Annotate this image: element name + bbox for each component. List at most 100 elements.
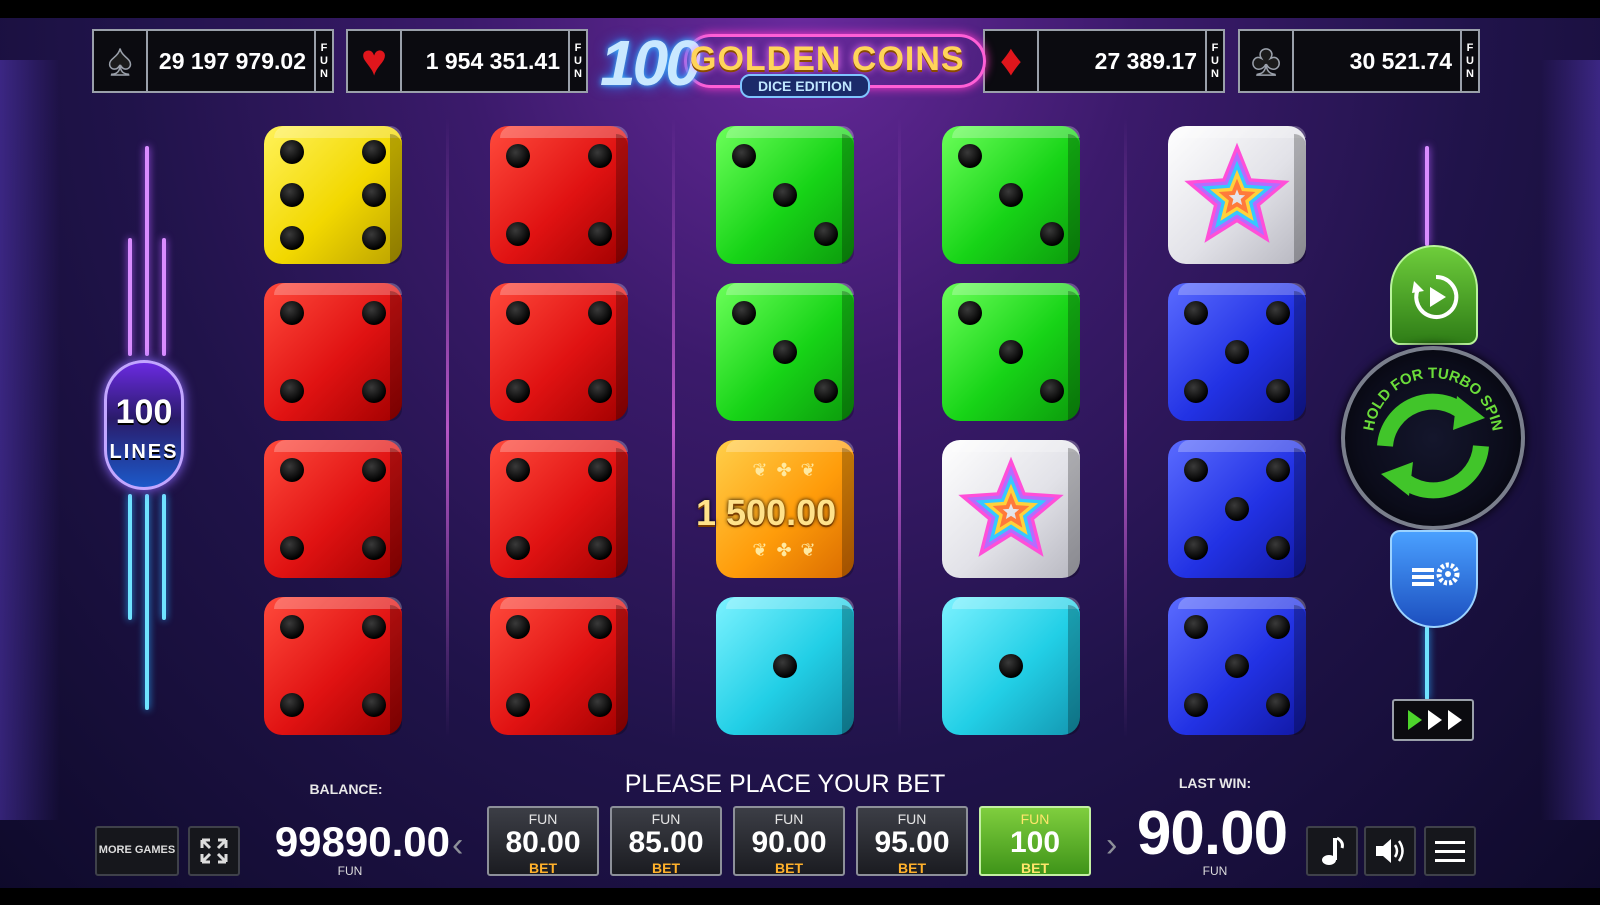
bet-option-100-selected[interactable]: FUN 100 BET xyxy=(979,806,1091,876)
line-indicator-bar xyxy=(128,238,132,356)
die-shade xyxy=(390,448,402,578)
die-pip xyxy=(280,183,304,207)
die-pip xyxy=(588,222,612,246)
die-shade xyxy=(842,291,854,421)
reel-separator xyxy=(898,118,901,738)
settings-button[interactable] xyxy=(1390,530,1478,628)
die-pip xyxy=(1225,497,1249,521)
die-green-3 xyxy=(942,283,1080,421)
die-pip xyxy=(814,379,838,403)
die-pip xyxy=(999,340,1023,364)
die-shade xyxy=(842,448,854,578)
die-pip xyxy=(1266,693,1290,717)
fullscreen-button[interactable] xyxy=(188,826,240,876)
die-pip xyxy=(773,183,797,207)
sound-button[interactable] xyxy=(1364,826,1416,876)
die-highlight xyxy=(1178,597,1306,609)
turbo-button[interactable] xyxy=(1392,699,1474,741)
die-pip xyxy=(280,615,304,639)
bet-value: 90.00 xyxy=(751,826,827,859)
die-shade xyxy=(1068,291,1080,421)
jackpot-value: 30 521.74 xyxy=(1349,47,1452,74)
die-pip xyxy=(506,144,530,168)
bet-value: 80.00 xyxy=(505,826,581,859)
line-indicator-bar xyxy=(145,146,149,356)
jackpot-value: 29 197 979.02 xyxy=(158,47,306,74)
die-red-4 xyxy=(490,283,628,421)
diamond-icon: ♦ xyxy=(985,31,1039,91)
hamburger-menu-icon xyxy=(1435,841,1465,862)
die-pip xyxy=(1040,379,1064,403)
jackpot-unit: FUN xyxy=(568,31,586,91)
die-pip xyxy=(506,379,530,403)
lines-label: LINES xyxy=(109,441,179,463)
die-blue-5 xyxy=(1168,283,1306,421)
jackpot-diamond: ♦ 27 389.17 FUN xyxy=(983,29,1225,93)
die-pip xyxy=(588,615,612,639)
die-pip xyxy=(362,379,386,403)
lines-number: 100 xyxy=(115,393,173,431)
die-pip xyxy=(999,183,1023,207)
die-pip xyxy=(1184,301,1208,325)
music-note-icon xyxy=(1322,836,1344,865)
lines-badge: 100 LINES xyxy=(104,360,184,490)
die-pip xyxy=(1040,222,1064,246)
die-pip xyxy=(506,222,530,246)
neon-star-icon xyxy=(1184,142,1290,243)
game-logo: 100 GOLDEN COINS DICE EDITION xyxy=(600,26,990,99)
die-pip xyxy=(280,536,304,560)
jackpot-unit: FUN xyxy=(1460,31,1478,91)
heart-icon: ♥ xyxy=(348,31,402,91)
autoplay-icon xyxy=(1412,274,1459,319)
bet-unit: FUN xyxy=(651,811,681,827)
spin-button[interactable]: HOLD FOR TURBO SPIN xyxy=(1341,346,1525,530)
die-pip xyxy=(588,379,612,403)
bet-label: BET xyxy=(775,860,803,876)
jackpot-unit: FUN xyxy=(314,31,332,91)
die-pip xyxy=(280,226,304,250)
die-pip xyxy=(506,693,530,717)
bet-label: BET xyxy=(529,860,557,876)
die-highlight xyxy=(1178,283,1306,295)
jackpot-value: 27 389.17 xyxy=(1094,47,1197,74)
menu-button[interactable] xyxy=(1424,826,1476,876)
coin-win-value: 1 500.00 xyxy=(696,492,837,533)
autoplay-button[interactable] xyxy=(1390,245,1478,345)
die-pip xyxy=(732,301,756,325)
bet-label: BET xyxy=(1021,860,1049,876)
die-highlight xyxy=(952,440,1080,452)
bet-scroll-left-icon[interactable]: ‹ xyxy=(452,826,463,865)
die-blue-5 xyxy=(1168,440,1306,578)
bet-option-85[interactable]: FUN 85.00 BET xyxy=(610,806,722,876)
bet-option-95[interactable]: FUN 95.00 BET xyxy=(856,806,968,876)
die-red-4 xyxy=(490,126,628,264)
die-red-4 xyxy=(490,440,628,578)
star-die xyxy=(942,440,1080,578)
die-shade xyxy=(616,605,628,735)
die-highlight xyxy=(274,597,402,609)
die-pip xyxy=(362,183,386,207)
die-pip xyxy=(773,340,797,364)
die-pip xyxy=(1184,536,1208,560)
bet-label: BET xyxy=(898,860,926,876)
die-highlight xyxy=(500,283,628,295)
jackpot-unit: FUN xyxy=(1205,31,1223,91)
balance-label: BALANCE: xyxy=(309,781,383,797)
bet-scroll-right-icon[interactable]: › xyxy=(1106,826,1117,865)
die-shade xyxy=(616,291,628,421)
fullscreen-icon xyxy=(200,838,228,864)
die-red-4 xyxy=(264,597,402,735)
bet-option-80[interactable]: FUN 80.00 BET xyxy=(487,806,599,876)
spin-arrows-icon: HOLD FOR TURBO SPIN xyxy=(1360,365,1506,499)
die-green-3 xyxy=(942,126,1080,264)
die-shade xyxy=(390,134,402,264)
jackpot-heart: ♥ 1 954 351.41 FUN xyxy=(346,29,588,93)
die-shade xyxy=(1294,134,1306,264)
ornament-bottom-icon: ❦ ✤ ❦ xyxy=(752,540,818,560)
game-stage: ♠ 29 197 979.02 FUN ♥ 1 954 351.41 FUN ♦… xyxy=(0,0,1600,905)
more-games-button[interactable]: MORE GAMES xyxy=(95,826,179,876)
bet-option-90[interactable]: FUN 90.00 BET xyxy=(733,806,845,876)
die-pip xyxy=(588,144,612,168)
die-pip xyxy=(1266,458,1290,482)
music-button[interactable] xyxy=(1306,826,1358,876)
